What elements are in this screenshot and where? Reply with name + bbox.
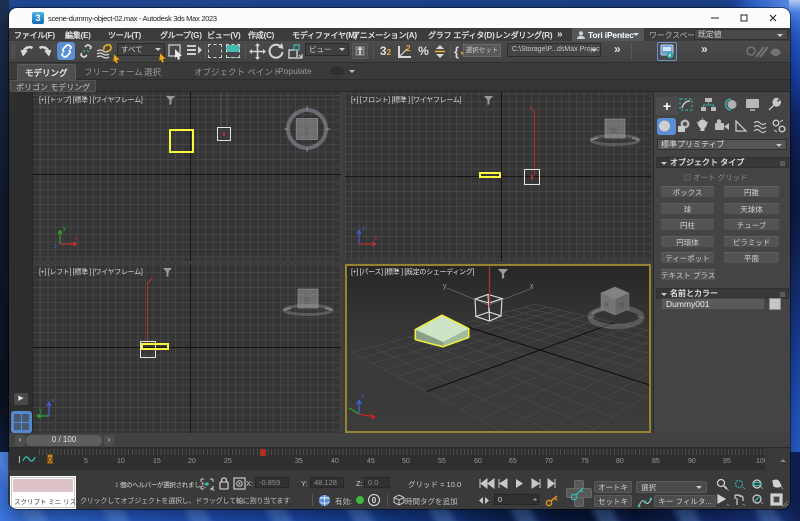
svg-text:I: I xyxy=(18,455,21,466)
svg-text:前: 前 xyxy=(619,302,624,309)
svg-text:x: x xyxy=(75,236,78,242)
svg-text:左: 左 xyxy=(303,296,310,305)
svg-text:y: y xyxy=(39,408,42,414)
svg-text:前: 前 xyxy=(610,126,617,135)
svg-text:2: 2 xyxy=(406,44,411,53)
svg-text:左: 左 xyxy=(604,301,609,308)
svg-text:z: z xyxy=(362,226,365,232)
svg-text:x: x xyxy=(374,236,377,242)
svg-text:上: 上 xyxy=(303,126,310,135)
svg-text:z: z xyxy=(54,244,57,248)
svg-text:y: y xyxy=(443,283,447,290)
svg-text:z: z xyxy=(361,393,364,400)
svg-text:y: y xyxy=(63,226,66,232)
svg-text:x: x xyxy=(530,283,534,290)
svg-text:z: z xyxy=(52,398,55,404)
svg-text:{: { xyxy=(454,44,459,59)
